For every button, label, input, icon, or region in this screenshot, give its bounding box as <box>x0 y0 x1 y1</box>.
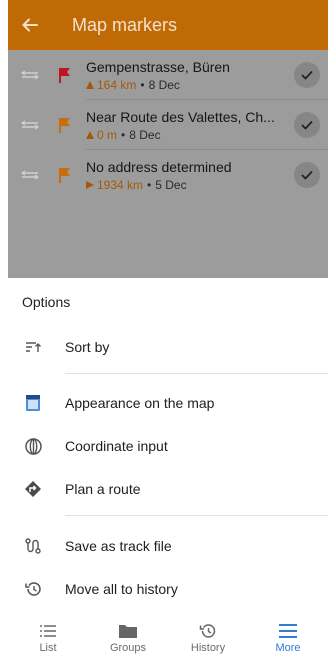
sheet-title: Options <box>22 294 71 310</box>
marker-name: No address determined <box>86 158 232 175</box>
divider <box>65 515 328 516</box>
marker-text: Near Route des Valettes, Ch... 0 m • 8 D… <box>78 109 294 142</box>
folder-icon <box>119 625 137 638</box>
mark-passed-button[interactable] <box>294 62 320 88</box>
option-appearance[interactable]: Appearance on the map <box>8 382 328 424</box>
check-icon <box>301 170 313 180</box>
drag-handle-icon[interactable] <box>8 120 52 130</box>
list-icon <box>40 625 56 637</box>
marker-name: Near Route des Valettes, Ch... <box>86 108 275 125</box>
marker-distance: 164 km <box>97 77 137 92</box>
bottom-nav: List Groups History More <box>8 614 328 662</box>
globe-icon <box>8 437 58 455</box>
option-label: Appearance on the map <box>65 395 215 411</box>
marker-distance: 0 m <box>97 127 118 142</box>
tab-label: More <box>275 642 301 654</box>
marker-distance: 1934 km <box>97 177 144 192</box>
history-icon <box>8 581 58 597</box>
history-icon <box>199 624 216 638</box>
appearance-icon <box>8 395 58 411</box>
mark-passed-button[interactable] <box>294 162 320 188</box>
mark-passed-button[interactable] <box>294 112 320 138</box>
flag-icon <box>52 117 78 133</box>
option-label: Move all to history <box>65 581 178 597</box>
option-plan-route[interactable]: Plan a route <box>8 468 328 510</box>
divider <box>65 373 328 374</box>
marker-text: No address determined 1934 km • 5 Dec <box>78 159 294 192</box>
meta-separator: • <box>140 77 145 92</box>
option-label: Save as track file <box>65 538 172 554</box>
marker-meta: 164 km • 8 Dec <box>86 78 294 92</box>
check-icon <box>301 70 313 80</box>
marker-text: Gempenstrasse, Büren 164 km • 8 Dec <box>78 59 294 92</box>
track-icon <box>8 538 58 554</box>
options-sheet: Options Sort by Appearance on the map Co… <box>8 278 328 614</box>
marker-row[interactable]: Near Route des Valettes, Ch... 0 m • 8 D… <box>8 100 328 150</box>
marker-row[interactable]: No address determined 1934 km • 5 Dec <box>8 150 328 200</box>
flag-icon <box>52 67 78 83</box>
marker-meta: 1934 km • 5 Dec <box>86 178 294 192</box>
marker-date: 5 Dec <box>155 177 187 192</box>
tab-groups[interactable]: Groups <box>88 614 168 662</box>
drag-handle-icon[interactable] <box>8 70 52 80</box>
tab-label: List <box>39 642 57 654</box>
option-label: Plan a route <box>65 481 141 497</box>
option-move-to-history[interactable]: Move all to history <box>8 568 328 610</box>
marker-row[interactable]: Gempenstrasse, Büren 164 km • 8 Dec <box>8 50 328 100</box>
tab-list[interactable]: List <box>8 614 88 662</box>
back-button[interactable] <box>8 0 52 50</box>
drag-handle-icon[interactable] <box>8 170 52 180</box>
menu-icon <box>279 624 297 638</box>
triangle-right-icon <box>86 180 94 189</box>
tab-label: Groups <box>109 642 147 654</box>
tab-label: History <box>190 642 226 654</box>
option-coordinate-input[interactable]: Coordinate input <box>8 425 328 467</box>
meta-separator: • <box>147 177 152 192</box>
triangle-up-icon <box>86 80 94 89</box>
arrow-left-icon <box>22 18 38 32</box>
option-save-track[interactable]: Save as track file <box>8 525 328 567</box>
flag-icon <box>52 167 78 183</box>
option-label: Coordinate input <box>65 438 168 454</box>
option-label: Sort by <box>65 339 110 355</box>
marker-date: 8 Dec <box>129 127 161 142</box>
app-bar: Map markers <box>8 0 328 50</box>
route-diamond-icon <box>8 480 58 498</box>
meta-separator: • <box>121 127 126 142</box>
check-icon <box>301 120 313 130</box>
option-sort-by[interactable]: Sort by <box>8 326 328 368</box>
sort-icon <box>8 341 58 353</box>
marker-date: 8 Dec <box>148 77 180 92</box>
tab-more[interactable]: More <box>248 614 328 662</box>
tab-history[interactable]: History <box>168 614 248 662</box>
marker-name: Gempenstrasse, Büren <box>86 58 230 75</box>
marker-list: Gempenstrasse, Büren 164 km • 8 Dec Near… <box>8 50 328 278</box>
marker-meta: 0 m • 8 Dec <box>86 128 294 142</box>
triangle-up-icon <box>86 130 94 139</box>
page-title: Map markers <box>72 14 178 35</box>
